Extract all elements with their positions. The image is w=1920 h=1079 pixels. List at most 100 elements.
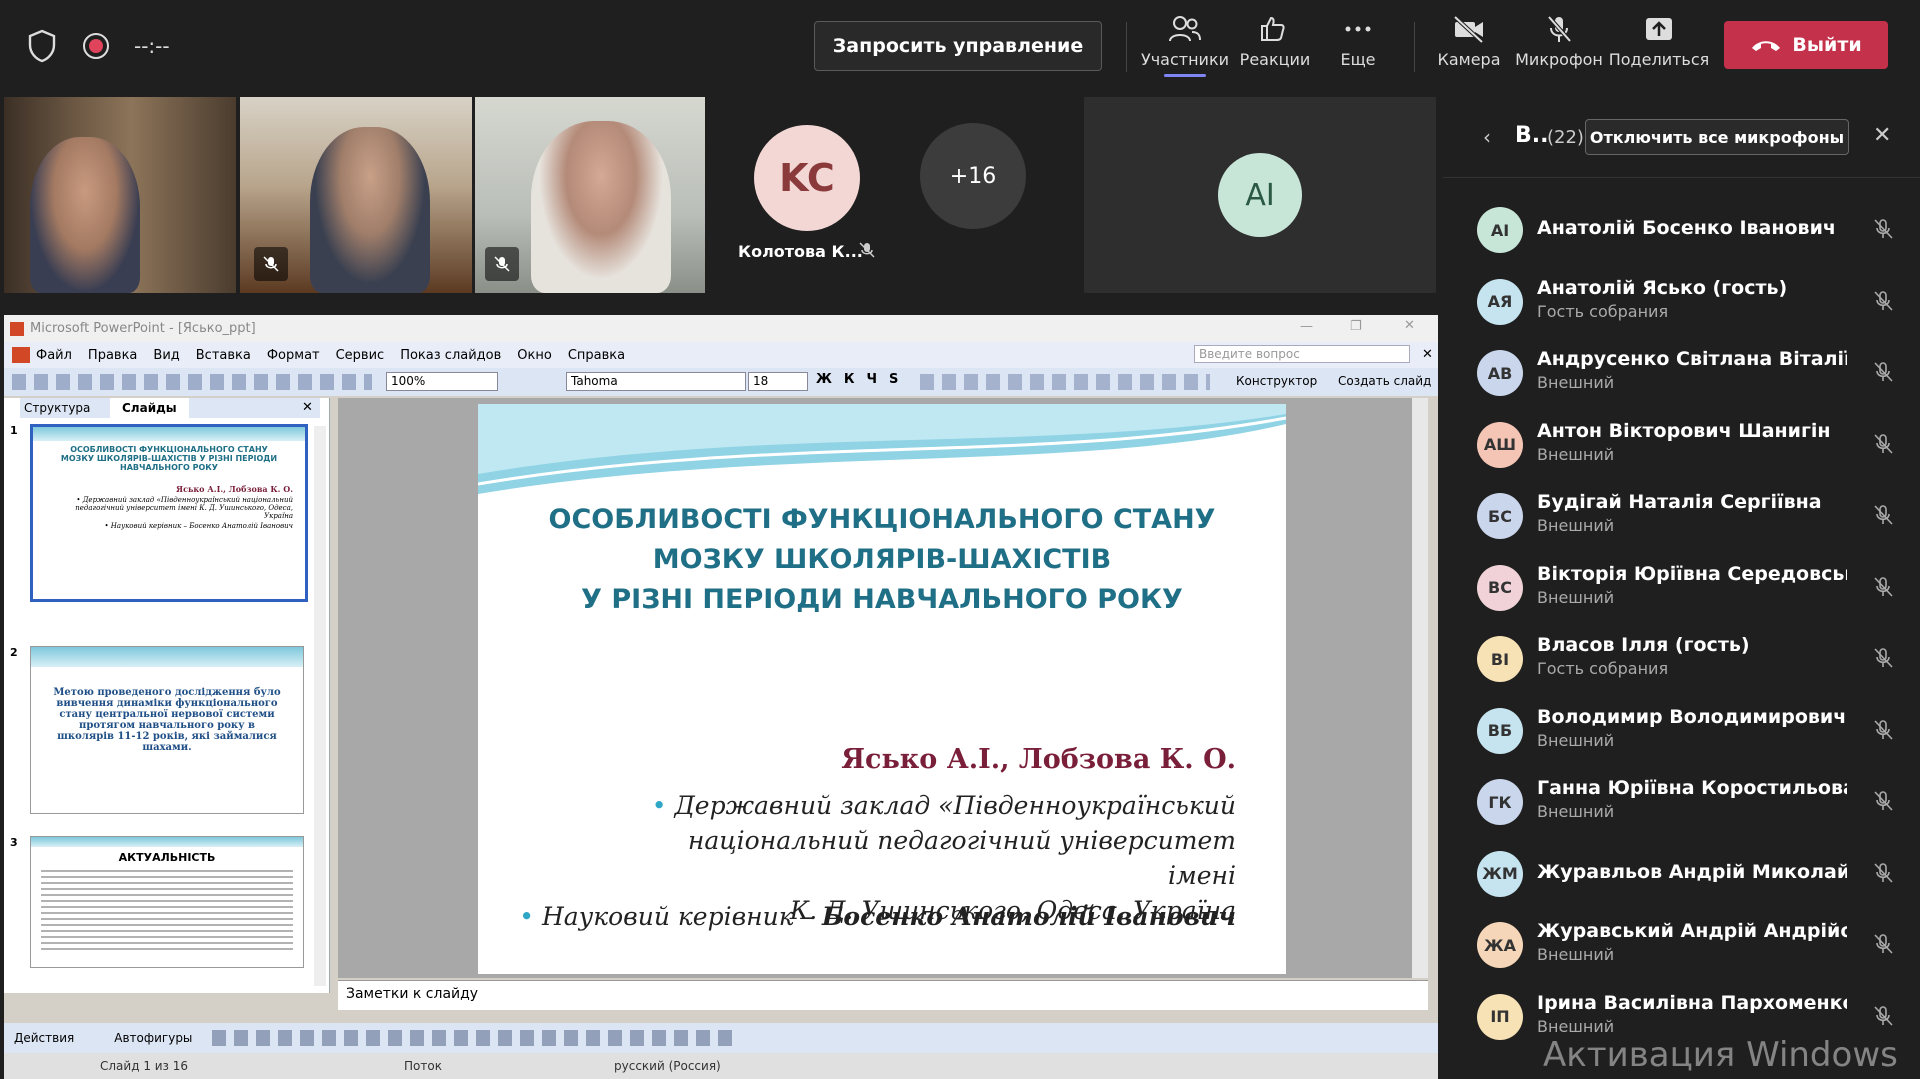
actions-menu[interactable]: Действия (14, 1031, 74, 1045)
pane-scrollbar[interactable] (314, 426, 326, 986)
menu-format[interactable]: Формат (267, 348, 320, 363)
participant-role: Внешний (1537, 730, 1615, 750)
participant-row[interactable]: ВС Вікторія Юріївна Середовська Внешний (1443, 563, 1920, 635)
participant-row[interactable]: ЖА Журавський Андрій Андрійович Внешний (1443, 920, 1920, 992)
supervisor-prefix: Науковий керівник – (541, 902, 823, 931)
slide-notes[interactable]: Заметки к слайду (338, 980, 1428, 1010)
thumb-text-lines (41, 870, 293, 950)
font-family-select[interactable]: Tahoma (566, 372, 746, 391)
drawing-tool-icons[interactable] (212, 1030, 733, 1046)
participant-row[interactable]: АВ Андрусенко Світлана Віталіївна Внешний (1443, 348, 1920, 420)
slide-thumbnail-3[interactable]: АКТУАЛЬНІСТЬ (30, 836, 304, 968)
slide-number: 3 (10, 836, 18, 849)
participant-row[interactable]: AI Анатолій Босенко Іванович (1443, 205, 1920, 277)
mic-off-icon[interactable] (1871, 432, 1897, 458)
close-doc-icon[interactable]: ✕ (1422, 347, 1433, 362)
microphone-button[interactable]: Микрофон (1514, 14, 1604, 80)
font-size-select[interactable]: 18 (748, 372, 808, 391)
help-search-input[interactable]: Введите вопрос (1194, 345, 1410, 363)
close-pane-icon[interactable]: ✕ (302, 400, 313, 415)
menu-view[interactable]: Вид (153, 348, 179, 363)
more-button[interactable]: Еще (1313, 14, 1403, 80)
participant-role: Внешний (1537, 802, 1615, 821)
share-button[interactable]: Поделиться (1609, 14, 1709, 80)
more-label: Еще (1340, 50, 1376, 69)
close-icon[interactable]: ✕ (1873, 123, 1891, 148)
menu-help[interactable]: Справка (568, 348, 625, 363)
request-control-button[interactable]: Запросить управление (814, 21, 1102, 71)
participant-row[interactable]: ГК Ганна Юріївна Коростильова Внешний (1443, 777, 1920, 849)
avatar: БС (1477, 493, 1523, 539)
leave-label: Выйти (1792, 34, 1862, 56)
menu-slideshow[interactable]: Показ слайдов (400, 348, 501, 363)
reactions-label: Реакции (1239, 50, 1311, 69)
autoshapes-menu[interactable]: Автофигуры (114, 1031, 192, 1045)
participant-row[interactable]: БС Будігай Наталія Сергіївна Внешний (1443, 491, 1920, 563)
video-tile-participant-3[interactable] (475, 97, 705, 293)
mic-off-icon[interactable] (1871, 289, 1897, 315)
participant-name: Андрусенко Світлана Віталіївна (1537, 348, 1847, 370)
slide-thumbnail-1[interactable]: ОСОБЛИВОСТІ ФУНКЦІОНАЛЬНОГО СТАНУ МОЗКУ … (30, 424, 308, 602)
mic-off-icon[interactable] (1871, 217, 1897, 243)
slide-scrollbar[interactable] (1412, 398, 1428, 978)
menu-insert[interactable]: Вставка (196, 348, 251, 363)
tab-outline[interactable]: Структура (24, 401, 90, 415)
participant-row[interactable]: АШ Антон Вікторович Шанигін Внешний (1443, 420, 1920, 492)
minimize-icon[interactable]: — (1300, 319, 1313, 334)
tab-slides[interactable]: Слайды (110, 398, 189, 418)
mic-off-icon[interactable] (1871, 1004, 1897, 1030)
shield-icon[interactable] (24, 28, 60, 64)
paragraph-toolbar-icons[interactable] (920, 374, 1210, 390)
zoom-select[interactable]: 100% (386, 372, 498, 391)
mic-off-icon[interactable] (1871, 360, 1897, 386)
mic-off-icon[interactable] (1871, 503, 1897, 529)
mic-off-icon (254, 247, 288, 281)
designer-button[interactable]: Конструктор (1236, 374, 1317, 388)
mic-off-icon[interactable] (1871, 718, 1897, 744)
drawing-toolbar: Действия Автофигуры (4, 1023, 1438, 1053)
video-tile-ai[interactable]: AI (1084, 97, 1436, 293)
window-titlebar: Microsoft PowerPoint - [Ясько_ppt] — ❐ ✕ (4, 315, 1438, 342)
avatar: ЖА (1477, 922, 1523, 968)
participant-row[interactable]: ВБ Володимир Володимирович Б...Внешний (1443, 706, 1920, 778)
participant-role: Внешний (1537, 373, 1615, 392)
camera-button[interactable]: Камера (1424, 14, 1514, 80)
thumb-title: ОСОБЛИВОСТІ ФУНКЦІОНАЛЬНОГО СТАНУ МОЗКУ … (60, 445, 278, 472)
back-chevron-icon[interactable]: ‹ (1483, 125, 1491, 149)
close-icon[interactable]: ✕ (1404, 318, 1415, 333)
video-tile-kc[interactable]: KC Колотова К... +16 (708, 97, 1080, 293)
leave-button[interactable]: Выйти (1724, 21, 1888, 69)
thumb-title: АКТУАЛЬНІСТЬ (118, 851, 216, 864)
slide-editor: ОСОБЛИВОСТІ ФУНКЦІОНАЛЬНОГО СТАНУ МОЗКУ … (338, 398, 1428, 978)
avatar: KC (754, 125, 860, 231)
restore-icon[interactable]: ❐ (1350, 319, 1362, 334)
new-slide-button[interactable]: Создать слайд (1338, 374, 1431, 388)
menu-file[interactable]: Файл (36, 348, 72, 363)
mic-off-icon[interactable] (1871, 646, 1897, 672)
status-slide: Слайд 1 из 16 (100, 1059, 189, 1073)
participant-row[interactable]: ВІ Власов Ілля (гость) Гость собрания (1443, 634, 1920, 706)
participant-row[interactable]: АЯ Анатолій Ясько (гость) Гость собрания (1443, 277, 1920, 349)
current-slide[interactable]: ОСОБЛИВОСТІ ФУНКЦІОНАЛЬНОГО СТАНУ МОЗКУ … (478, 404, 1286, 974)
slide-inst-line: Державний заклад «Південноукраїнський (674, 791, 1236, 820)
mic-off-icon[interactable] (1871, 861, 1897, 887)
menu-window[interactable]: Окно (517, 348, 552, 363)
standard-toolbar-icons[interactable] (12, 374, 372, 390)
slide-authors: Ясько А.І., Лобзова К. О. (841, 744, 1236, 775)
mic-off-icon[interactable] (1871, 932, 1897, 958)
mic-off-icon[interactable] (1871, 575, 1897, 601)
mic-off-icon[interactable] (1871, 789, 1897, 815)
participants-button[interactable]: Участники (1140, 14, 1230, 80)
video-tile-participant-2[interactable] (240, 97, 472, 293)
reactions-button[interactable]: Реакции (1230, 14, 1320, 80)
menu-tools[interactable]: Сервис (336, 348, 385, 363)
text-style-buttons[interactable]: ЖКЧS (816, 372, 910, 387)
person-silhouette (531, 121, 671, 293)
more-participants-badge[interactable]: +16 (920, 123, 1026, 229)
video-tile-participant-1[interactable] (4, 97, 236, 293)
reactions-icon (1261, 16, 1285, 41)
participant-row[interactable]: ЖМ Журавльов Андрій Миколайов... (1443, 849, 1920, 921)
slide-thumbnail-2[interactable]: Метою проведеного дослідження було вивче… (30, 646, 304, 814)
menu-edit[interactable]: Правка (88, 348, 137, 363)
mute-all-button[interactable]: Отключить все микрофоны (1585, 119, 1849, 155)
